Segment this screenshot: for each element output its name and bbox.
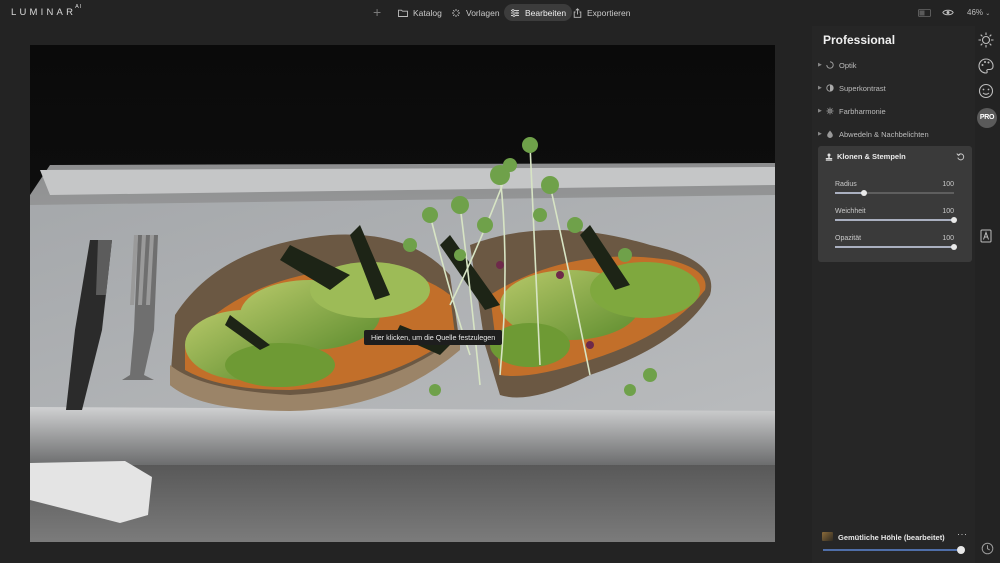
section-label: Optik xyxy=(839,60,857,70)
sparkle-icon xyxy=(452,8,460,17)
section-superkontrast[interactable]: ▶ Superkontrast xyxy=(818,80,886,96)
tool-label: Klonen & Stempeln xyxy=(837,152,906,161)
panel-title: Professional xyxy=(823,33,896,47)
tab-label: Exportieren xyxy=(587,7,631,18)
tab-label: Katalog xyxy=(413,7,442,18)
sun-icon[interactable] xyxy=(977,31,995,49)
slider-label: Radius xyxy=(835,181,857,188)
section-label: Superkontrast xyxy=(839,83,886,93)
tool-category-strip xyxy=(975,26,1000,563)
portrait-a-icon[interactable] xyxy=(977,227,995,245)
top-bar: LUMINARAI + Katalog Vorlagen Bearbeiten … xyxy=(0,0,1000,26)
slider-knob[interactable] xyxy=(951,243,957,250)
tab-label: Bearbeiten xyxy=(525,7,567,18)
more-options-icon[interactable]: ··· xyxy=(957,529,968,539)
logo-version: AI xyxy=(75,4,83,10)
compare-toggle-icon[interactable] xyxy=(918,9,931,17)
slider-value: 100 xyxy=(942,235,954,242)
chevron-down-icon: ⌄ xyxy=(985,11,991,17)
zoom-value: 46% xyxy=(967,8,984,17)
palette-icon[interactable] xyxy=(977,57,995,75)
tab-label: Vorlagen xyxy=(466,7,500,18)
slider-fill xyxy=(835,246,954,248)
stamp-icon xyxy=(825,153,833,161)
look-amount-slider[interactable] xyxy=(823,549,963,551)
slider-value: 100 xyxy=(942,181,954,188)
slider-value: 100 xyxy=(942,208,954,215)
face-icon[interactable] xyxy=(977,82,995,100)
section-abwedeln[interactable]: ▶ Abwedeln & Nachbelichten xyxy=(818,126,929,142)
photo-image xyxy=(30,45,775,542)
tools-panel: Professional ▶ Optik ▶ Superkontrast ▶ F… xyxy=(812,26,975,563)
app-logo: LUMINARAI xyxy=(11,4,83,19)
add-icon[interactable]: + xyxy=(373,4,381,20)
clone-source-tooltip: Hier klicken, um die Quelle festzulegen xyxy=(364,330,503,345)
tab-vorlagen[interactable]: Vorlagen xyxy=(445,4,506,21)
logo-text: LUMINAR xyxy=(11,7,77,19)
slider-label: Opazität xyxy=(835,235,862,242)
slider-knob[interactable] xyxy=(860,189,867,196)
look-bar xyxy=(812,522,975,563)
photo-canvas[interactable]: Hier klicken, um die Quelle festzulegen xyxy=(30,45,775,542)
slider-track[interactable] xyxy=(835,189,954,196)
chevron-right-icon: ▶ xyxy=(818,62,822,68)
tab-exportieren[interactable]: Exportieren xyxy=(567,4,636,21)
clone-stamp-header[interactable]: Klonen & Stempeln xyxy=(825,152,906,161)
eye-icon[interactable] xyxy=(942,8,954,17)
slider-knob[interactable] xyxy=(951,216,957,223)
section-farbharmonie[interactable]: ▶ Farbharmonie xyxy=(818,103,886,119)
reset-icon[interactable] xyxy=(956,152,965,161)
tab-bearbeiten[interactable]: Bearbeiten xyxy=(504,4,573,21)
share-icon xyxy=(573,7,582,18)
sliders-icon xyxy=(511,8,519,17)
history-clock-icon[interactable] xyxy=(981,542,994,555)
slider-label: Weichheit xyxy=(835,208,866,215)
look-name[interactable]: Gemütliche Höhle (bearbeitet) xyxy=(838,533,945,542)
clone-stamp-card: Klonen & Stempeln Radius 100 Weichheit 1… xyxy=(818,146,972,262)
circle-arc-icon xyxy=(826,61,834,69)
section-label: Farbharmonie xyxy=(839,106,886,116)
zoom-dropdown[interactable]: 46% ⌄ xyxy=(967,8,990,17)
chevron-right-icon: ▶ xyxy=(818,131,822,137)
slider-fill xyxy=(835,192,864,194)
folder-icon xyxy=(398,9,408,17)
pro-badge[interactable]: PRO xyxy=(977,108,997,128)
color-wheel-icon xyxy=(826,107,834,115)
section-optik[interactable]: ▶ Optik xyxy=(818,57,857,73)
half-circle-icon xyxy=(826,84,834,92)
slider-track[interactable] xyxy=(835,243,957,250)
tab-katalog[interactable]: Katalog xyxy=(392,4,448,21)
look-thumbnail[interactable] xyxy=(822,532,833,541)
drop-icon xyxy=(827,130,833,138)
chevron-right-icon: ▶ xyxy=(818,108,822,114)
section-label: Abwedeln & Nachbelichten xyxy=(839,129,929,139)
look-amount-knob[interactable] xyxy=(957,546,965,554)
chevron-right-icon: ▶ xyxy=(818,85,822,91)
slider-track[interactable] xyxy=(835,216,957,223)
slider-fill xyxy=(835,219,954,221)
